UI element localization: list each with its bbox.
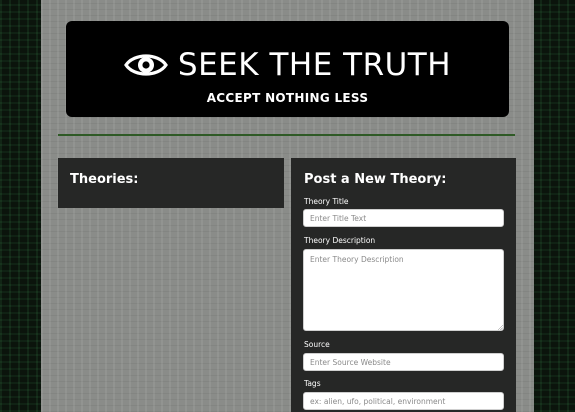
textarea-resize-handle[interactable] bbox=[497, 324, 503, 330]
form-heading: Post a New Theory: bbox=[304, 172, 447, 187]
source-input[interactable] bbox=[303, 353, 504, 371]
source-label: Source bbox=[304, 340, 330, 349]
theory-description-input[interactable] bbox=[303, 249, 504, 331]
hero-title-row: SEEK THE TRUTH bbox=[66, 47, 509, 83]
theory-title-label: Theory Title bbox=[304, 197, 349, 206]
theory-description-label: Theory Description bbox=[304, 236, 376, 245]
theory-title-input[interactable] bbox=[303, 209, 504, 227]
tags-input[interactable] bbox=[303, 392, 504, 410]
hero-banner: SEEK THE TRUTH ACCEPT NOTHING LESS bbox=[66, 21, 509, 117]
theories-panel: Theories: bbox=[58, 158, 284, 208]
site-title: SEEK THE TRUTH bbox=[177, 47, 452, 83]
theories-heading: Theories: bbox=[70, 172, 139, 187]
header-divider bbox=[58, 134, 515, 136]
page-container: SEEK THE TRUTH ACCEPT NOTHING LESS Theor… bbox=[41, 0, 534, 412]
tags-label: Tags bbox=[304, 379, 321, 388]
site-tagline: ACCEPT NOTHING LESS bbox=[206, 91, 369, 105]
eye-icon bbox=[123, 54, 168, 76]
new-theory-form: Post a New Theory: Theory Title Theory D… bbox=[291, 158, 516, 412]
